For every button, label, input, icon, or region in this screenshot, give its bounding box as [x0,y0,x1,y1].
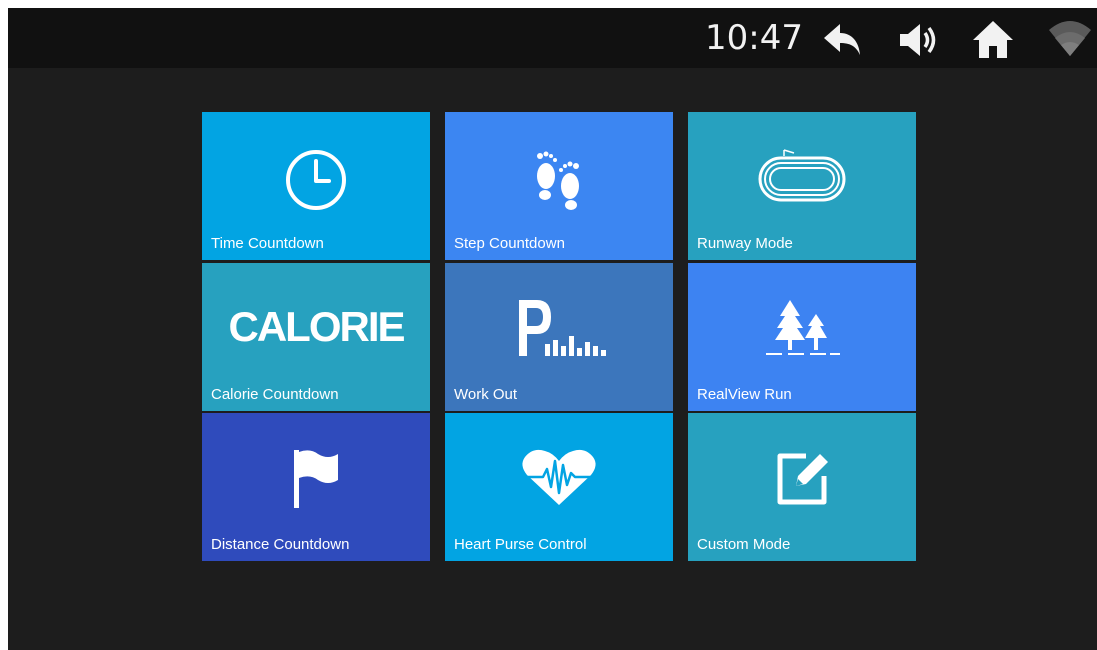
edit-icon [688,413,916,523]
flag-icon [202,413,430,523]
tile-label: Heart Purse Control [454,536,587,553]
trees-icon [688,263,916,373]
calorie-text-icon: CALORIE [202,263,430,373]
home-icon[interactable] [971,18,1015,60]
heart-pulse-icon [445,413,673,523]
status-time: 10:47 [705,18,803,58]
wifi-icon [1048,18,1092,60]
tile-realview-run[interactable]: RealView Run [688,263,916,411]
tile-heart-purse-control[interactable]: Heart Purse Control [445,413,673,561]
treadmill-console-screen: 10:47 Time Countdown Step Countdown Runw… [8,8,1097,650]
status-bar: 10:47 [8,8,1097,68]
calorie-icon-text: CALORIE [228,303,406,350]
volume-icon[interactable] [896,20,944,60]
tile-label: Distance Countdown [211,536,350,553]
tile-label: Time Countdown [211,235,324,252]
tile-custom-mode[interactable]: Custom Mode [688,413,916,561]
tile-label: Calorie Countdown [211,386,339,403]
footprints-icon [445,112,673,222]
program-chart-icon [445,263,673,373]
tile-distance-countdown[interactable]: Distance Countdown [202,413,430,561]
tile-runway-mode[interactable]: Runway Mode [688,112,916,260]
tile-step-countdown[interactable]: Step Countdown [445,112,673,260]
clock-icon [202,112,430,222]
tile-label: RealView Run [697,386,792,403]
back-icon[interactable] [820,18,868,62]
tile-label: Custom Mode [697,536,791,553]
tile-label: Runway Mode [697,235,793,252]
tile-time-countdown[interactable]: Time Countdown [202,112,430,260]
tile-calorie-countdown[interactable]: CALORIE Calorie Countdown [202,263,430,411]
tile-work-out[interactable]: Work Out [445,263,673,411]
tile-label: Work Out [454,386,518,403]
running-track-icon [688,112,916,222]
tile-label: Step Countdown [454,235,565,252]
